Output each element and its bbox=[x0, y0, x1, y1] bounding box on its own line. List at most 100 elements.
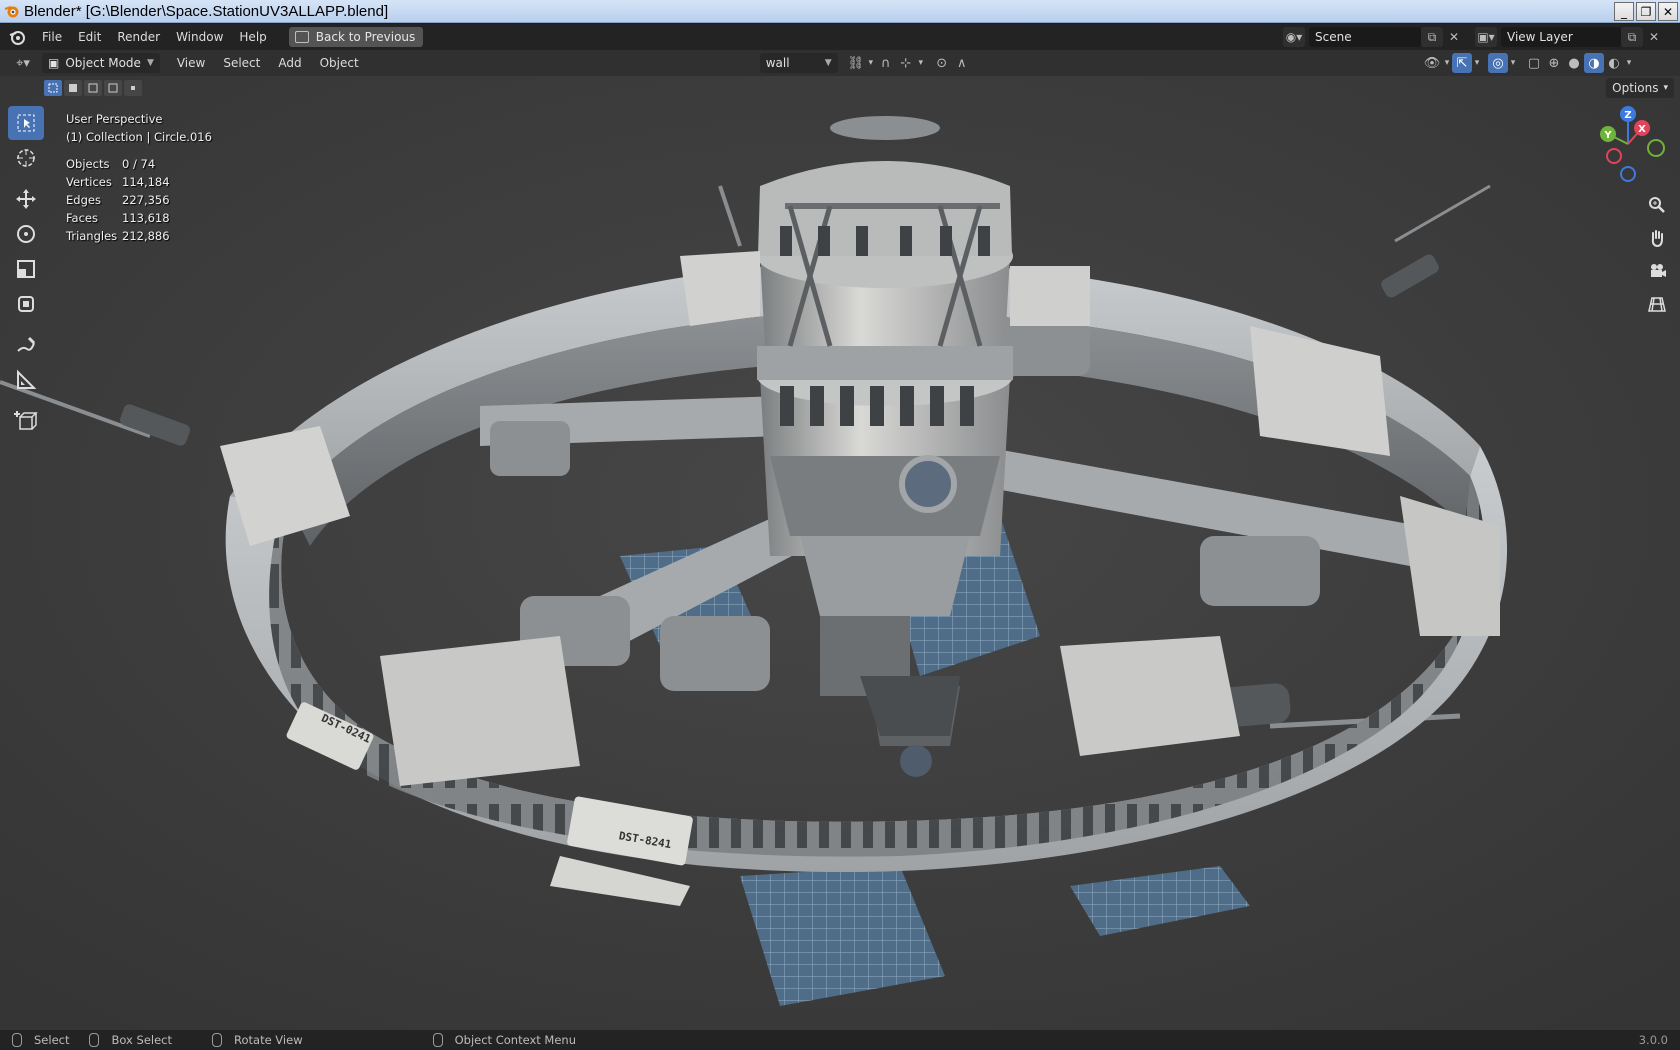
chevron-down-icon[interactable]: ▾ bbox=[1624, 53, 1634, 73]
viewport-info-overlay: User Perspective (1) Collection | Circle… bbox=[66, 110, 212, 245]
object-mode-icon: ▣ bbox=[48, 56, 60, 70]
transform-tool-icon[interactable] bbox=[8, 287, 44, 321]
solid-shading-icon[interactable]: ● bbox=[1564, 53, 1584, 73]
navigation-gizmo[interactable]: Z X Y bbox=[1588, 104, 1678, 184]
rotate-tool-icon[interactable] bbox=[8, 217, 44, 251]
add-cube-tool-icon[interactable] bbox=[8, 404, 44, 438]
stat-label: Objects bbox=[66, 157, 110, 171]
scene-browse-icon[interactable]: ◉▾ bbox=[1283, 27, 1305, 47]
chevron-down-icon[interactable]: ▾ bbox=[1508, 53, 1518, 73]
select-extend-icon[interactable] bbox=[64, 80, 82, 96]
select-difference-icon[interactable] bbox=[104, 80, 122, 96]
restore-button[interactable]: ❐ bbox=[1636, 2, 1656, 21]
close-button[interactable]: ✕ bbox=[1658, 2, 1678, 21]
new-view-layer-icon[interactable]: ⧉ bbox=[1621, 27, 1643, 47]
annotate-tool-icon[interactable] bbox=[8, 328, 44, 362]
right-mouse-icon bbox=[432, 1033, 443, 1047]
pan-hand-icon[interactable] bbox=[1644, 225, 1670, 251]
blender-logo-icon bbox=[4, 6, 19, 18]
zoom-icon[interactable] bbox=[1644, 192, 1670, 218]
menu-window[interactable]: Window bbox=[168, 24, 231, 50]
stat-objects: Objects 0 / 74 bbox=[66, 155, 212, 173]
menu-edit[interactable]: Edit bbox=[70, 24, 109, 50]
snap-icon[interactable]: ∩ bbox=[876, 53, 896, 73]
back-to-previous-label: Back to Previous bbox=[315, 30, 416, 44]
object-mode-dropdown[interactable]: ▣ Object Mode ▼ bbox=[42, 53, 160, 73]
new-scene-icon[interactable]: ⧉ bbox=[1421, 27, 1443, 47]
3d-viewport[interactable]: DST-0241 DST-8241 Options ▾ User Perspec… bbox=[0, 76, 1680, 1030]
status-context: Object Context Menu bbox=[432, 1033, 576, 1047]
version-label: 3.0.0 bbox=[1638, 1033, 1668, 1047]
stat-vertices: Vertices 114,184 bbox=[66, 173, 212, 191]
menu-file[interactable]: File bbox=[34, 24, 70, 50]
view-layer-browse-icon[interactable]: ▣▾ bbox=[1475, 27, 1497, 47]
editor-type-icon[interactable]: ⌖▾ bbox=[8, 53, 38, 73]
tool-shelf bbox=[8, 106, 46, 439]
xray-icon[interactable]: ▢ bbox=[1524, 53, 1544, 73]
scene-name-field[interactable]: Scene bbox=[1309, 27, 1421, 47]
transform-pivot-icon[interactable]: ⛓ bbox=[846, 53, 866, 73]
stat-faces: Faces 113,618 bbox=[66, 209, 212, 227]
select-tool-icon[interactable] bbox=[8, 106, 44, 140]
move-tool-icon[interactable] bbox=[8, 182, 44, 216]
menu-view[interactable]: View bbox=[168, 56, 214, 70]
falloff-icon[interactable]: ∧ bbox=[952, 53, 972, 73]
menu-object[interactable]: Object bbox=[311, 56, 368, 70]
material-slot-dropdown[interactable]: wall ▼ bbox=[759, 53, 838, 73]
menu-add[interactable]: Add bbox=[269, 56, 310, 70]
delete-scene-icon[interactable]: ✕ bbox=[1443, 27, 1465, 47]
status-rotate: Rotate View bbox=[212, 1033, 303, 1047]
overlays-toggle-icon[interactable]: ◎ bbox=[1488, 53, 1508, 73]
status-context-label: Object Context Menu bbox=[454, 1033, 576, 1047]
view-layer-field[interactable]: View Layer bbox=[1501, 27, 1621, 47]
camera-view-icon[interactable] bbox=[1644, 258, 1670, 284]
options-dropdown[interactable]: Options ▾ bbox=[1606, 78, 1674, 98]
select-subtract-icon[interactable] bbox=[84, 80, 102, 96]
chevron-down-icon[interactable]: ▾ bbox=[916, 53, 926, 73]
chevron-down-icon: ▼ bbox=[146, 58, 154, 68]
stat-value: 212,886 bbox=[122, 229, 170, 243]
selection-mode-group bbox=[44, 80, 142, 96]
blender-menu-icon[interactable] bbox=[8, 28, 26, 46]
space-station-render: DST-0241 DST-8241 bbox=[0, 76, 1680, 1030]
proportional-edit-icon[interactable]: ⊙ bbox=[932, 53, 952, 73]
top-menu-bar: File Edit Render Window Help Back to Pre… bbox=[0, 24, 1680, 50]
y-axis-label: Y bbox=[1603, 130, 1612, 141]
material-preview-shading-icon[interactable]: ◑ bbox=[1584, 53, 1604, 73]
scale-tool-icon[interactable] bbox=[8, 252, 44, 286]
neg-x-axis-icon[interactable] bbox=[1606, 148, 1622, 164]
cursor-tool-icon[interactable] bbox=[8, 141, 44, 175]
neg-y-axis-icon[interactable] bbox=[1647, 139, 1665, 157]
rendered-shading-icon[interactable]: ◐ bbox=[1604, 53, 1624, 73]
material-slot-label: wall bbox=[765, 56, 790, 70]
stat-triangles: Triangles 212,886 bbox=[66, 227, 212, 245]
navigation-buttons bbox=[1644, 192, 1670, 317]
menu-help[interactable]: Help bbox=[231, 24, 274, 50]
measure-tool-icon[interactable] bbox=[8, 363, 44, 397]
minimize-button[interactable]: _ bbox=[1614, 2, 1634, 21]
neg-z-axis-icon[interactable] bbox=[1620, 166, 1636, 182]
menu-select[interactable]: Select bbox=[214, 56, 269, 70]
stat-value: 227,356 bbox=[122, 193, 170, 207]
menu-render[interactable]: Render bbox=[109, 24, 168, 50]
back-to-previous-button[interactable]: Back to Previous bbox=[288, 27, 424, 47]
scene-selector-group: ◉▾ Scene ⧉ ✕ ▣▾ View Layer ⧉ ✕ bbox=[1283, 27, 1665, 47]
chevron-down-icon[interactable]: ▾ bbox=[866, 53, 876, 73]
select-intersect-icon[interactable] bbox=[124, 80, 142, 96]
wireframe-shading-icon[interactable]: ⊕ bbox=[1544, 53, 1564, 73]
stat-label: Vertices bbox=[66, 175, 112, 189]
status-bar: Select Box Select Rotate View Object Con… bbox=[0, 1030, 1680, 1050]
select-new-icon[interactable] bbox=[44, 80, 62, 96]
gizmo-toggle-icon[interactable]: ⇱ bbox=[1452, 53, 1472, 73]
snap-target-icon[interactable]: ⊹ bbox=[896, 53, 916, 73]
delete-view-layer-icon[interactable]: ✕ bbox=[1643, 27, 1665, 47]
chevron-down-icon[interactable]: ▾ bbox=[1472, 53, 1482, 73]
stat-value: 114,184 bbox=[122, 175, 170, 189]
visibility-eye-icon[interactable]: 👁 bbox=[1422, 53, 1442, 73]
left-mouse-icon bbox=[12, 1033, 22, 1047]
chevron-down-icon: ▾ bbox=[1663, 83, 1668, 93]
stat-label: Faces bbox=[66, 211, 98, 225]
chevron-down-icon[interactable]: ▾ bbox=[1442, 53, 1452, 73]
status-box-select: Box Select bbox=[89, 1033, 172, 1047]
perspective-toggle-icon[interactable] bbox=[1644, 291, 1670, 317]
